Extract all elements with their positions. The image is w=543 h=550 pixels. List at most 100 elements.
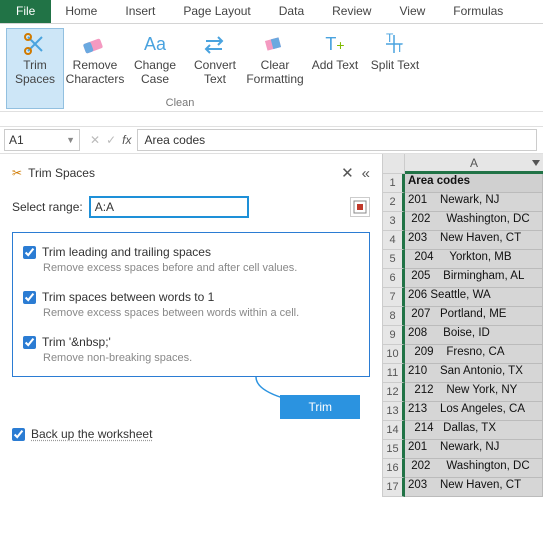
row-header[interactable]: 2 bbox=[383, 193, 405, 212]
cell[interactable]: 203 New Haven, CT bbox=[405, 478, 543, 497]
cell[interactable]: 206 Seattle, WA bbox=[405, 288, 543, 307]
clear-icon bbox=[260, 31, 290, 57]
cell[interactable]: 204 Yorkton, MB bbox=[405, 250, 543, 269]
table-row: 10 209 Fresno, CA bbox=[383, 345, 543, 364]
table-row: 4203 New Haven, CT bbox=[383, 231, 543, 250]
table-row: 16 202 Washington, DC bbox=[383, 459, 543, 478]
range-input[interactable]: A:A bbox=[89, 196, 249, 218]
row-header[interactable]: 16 bbox=[383, 459, 405, 478]
opt-between-words-desc: Remove excess spaces between words withi… bbox=[43, 307, 359, 319]
opt-nbsp-desc: Remove non-breaking spaces. bbox=[43, 352, 359, 364]
row-header[interactable]: 11 bbox=[383, 364, 405, 383]
pane-title: Trim Spaces bbox=[28, 166, 95, 180]
cell[interactable]: 205 Birmingham, AL bbox=[405, 269, 543, 288]
name-box[interactable]: A1▼ bbox=[4, 129, 80, 151]
cell[interactable]: 208 Boise, ID bbox=[405, 326, 543, 345]
svg-text:T: T bbox=[386, 33, 394, 45]
cell[interactable]: 202 Washington, DC bbox=[405, 212, 543, 231]
trim-button[interactable]: Trim bbox=[280, 395, 360, 419]
enter-icon[interactable]: ✓ bbox=[106, 133, 116, 147]
cell[interactable]: 201 Newark, NJ bbox=[405, 440, 543, 459]
table-row: 14 214 Dallas, TX bbox=[383, 421, 543, 440]
cell[interactable]: 210 San Antonio, TX bbox=[405, 364, 543, 383]
table-row: 11210 San Antonio, TX bbox=[383, 364, 543, 383]
row-header[interactable]: 12 bbox=[383, 383, 405, 402]
cell[interactable]: 214 Dallas, TX bbox=[405, 421, 543, 440]
select-all-corner[interactable] bbox=[383, 154, 405, 174]
table-row: 5 204 Yorkton, MB bbox=[383, 250, 543, 269]
range-picker-button[interactable] bbox=[350, 197, 370, 217]
row-header[interactable]: 17 bbox=[383, 478, 405, 497]
table-row: 17203 New Haven, CT bbox=[383, 478, 543, 497]
select-range-label: Select range: bbox=[12, 200, 83, 214]
table-row: 2201 Newark, NJ bbox=[383, 193, 543, 212]
row-header[interactable]: 8 bbox=[383, 307, 405, 326]
table-row: 9208 Boise, ID bbox=[383, 326, 543, 345]
ribbon-group-label: Clean bbox=[0, 97, 360, 109]
case-icon: Aa bbox=[140, 31, 170, 57]
table-row: 13213 Los Angeles, CA bbox=[383, 402, 543, 421]
row-header[interactable]: 6 bbox=[383, 269, 405, 288]
cell[interactable]: 201 Newark, NJ bbox=[405, 193, 543, 212]
eraser-icon bbox=[80, 31, 110, 57]
cell[interactable]: 212 New York, NY bbox=[405, 383, 543, 402]
row-header[interactable]: 9 bbox=[383, 326, 405, 345]
tab-file[interactable]: File bbox=[0, 0, 51, 23]
cancel-icon[interactable]: ✕ bbox=[90, 133, 100, 147]
formula-bar-row: A1▼ ✕ ✓ fx Area codes bbox=[0, 126, 543, 154]
row-header[interactable]: 14 bbox=[383, 421, 405, 440]
tab-review[interactable]: Review bbox=[318, 0, 385, 23]
cell[interactable]: 209 Fresno, CA bbox=[405, 345, 543, 364]
tab-page-layout[interactable]: Page Layout bbox=[169, 0, 264, 23]
split-text-button[interactable]: TTSplit Text bbox=[366, 28, 424, 109]
row-header[interactable]: 1 bbox=[383, 174, 405, 193]
options-box: Trim leading and trailing spacesRemove e… bbox=[12, 232, 370, 377]
cell[interactable]: 207 Portland, ME bbox=[405, 307, 543, 326]
cell[interactable]: 202 Washington, DC bbox=[405, 459, 543, 478]
backup-label: Back up the worksheet bbox=[31, 427, 152, 441]
table-row: 7206 Seattle, WA bbox=[383, 288, 543, 307]
opt-between-words-checkbox[interactable] bbox=[23, 291, 36, 304]
row-header[interactable]: 10 bbox=[383, 345, 405, 364]
convert-icon bbox=[200, 31, 230, 57]
table-row: 3 202 Washington, DC bbox=[383, 212, 543, 231]
opt-nbsp-label: Trim '&nbsp;' bbox=[42, 335, 111, 349]
row-header[interactable]: 13 bbox=[383, 402, 405, 421]
row-header[interactable]: 5 bbox=[383, 250, 405, 269]
opt-leading-trailing-desc: Remove excess spaces before and after ce… bbox=[43, 262, 359, 274]
scissors-icon: ✂ bbox=[12, 166, 22, 180]
backup-checkbox[interactable] bbox=[12, 428, 25, 441]
cell[interactable]: 213 Los Angeles, CA bbox=[405, 402, 543, 421]
tab-home[interactable]: Home bbox=[51, 0, 111, 23]
opt-leading-trailing-checkbox[interactable] bbox=[23, 246, 36, 259]
trim-spaces-pane: ✂ Trim Spaces ✕ « Select range: A:A Trim l… bbox=[0, 154, 382, 497]
formula-bar[interactable]: Area codes bbox=[137, 129, 537, 151]
spreadsheet: A 1Area codes2201 Newark, NJ3 202 Washin… bbox=[382, 154, 543, 497]
filter-icon bbox=[532, 160, 540, 168]
table-row: 6 205 Birmingham, AL bbox=[383, 269, 543, 288]
table-row: 1Area codes bbox=[383, 174, 543, 193]
ribbon-tabs: File Home Insert Page Layout Data Review… bbox=[0, 0, 543, 24]
opt-between-words-label: Trim spaces between words to 1 bbox=[42, 290, 214, 304]
row-header[interactable]: 4 bbox=[383, 231, 405, 250]
close-icon[interactable]: ✕ bbox=[341, 164, 354, 182]
cell[interactable]: 203 New Haven, CT bbox=[405, 231, 543, 250]
tab-insert[interactable]: Insert bbox=[111, 0, 169, 23]
row-header[interactable]: 7 bbox=[383, 288, 405, 307]
table-row: 8 207 Portland, ME bbox=[383, 307, 543, 326]
chevron-down-icon: ▼ bbox=[66, 135, 75, 145]
table-row: 15201 Newark, NJ bbox=[383, 440, 543, 459]
cell[interactable]: Area codes bbox=[405, 174, 543, 193]
svg-text:T: T bbox=[396, 41, 404, 55]
collapse-icon[interactable]: « bbox=[362, 165, 370, 182]
row-header[interactable]: 3 bbox=[383, 212, 405, 231]
column-header-a[interactable]: A bbox=[405, 154, 543, 174]
fx-icon[interactable]: fx bbox=[122, 133, 131, 147]
row-header[interactable]: 15 bbox=[383, 440, 405, 459]
tab-data[interactable]: Data bbox=[265, 0, 318, 23]
add-text-icon: T+ bbox=[320, 31, 350, 57]
tab-view[interactable]: View bbox=[385, 0, 439, 23]
tab-formulas[interactable]: Formulas bbox=[439, 0, 517, 23]
table-row: 12 212 New York, NY bbox=[383, 383, 543, 402]
opt-nbsp-checkbox[interactable] bbox=[23, 336, 36, 349]
